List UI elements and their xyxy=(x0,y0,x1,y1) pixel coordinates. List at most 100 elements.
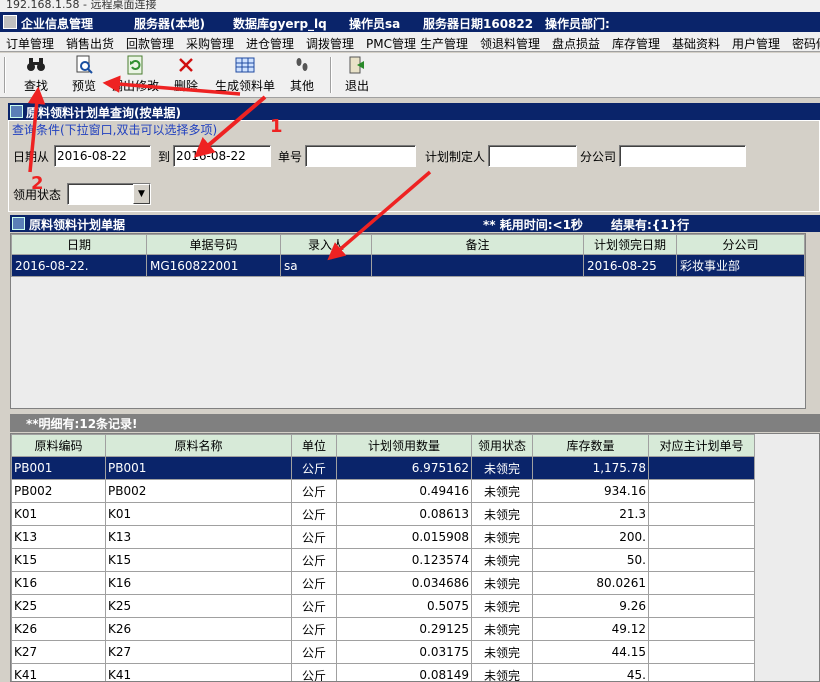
detail-cell-stock-qty[interactable]: 9.26 xyxy=(532,594,649,618)
detail-cell-material-code[interactable]: PB002 xyxy=(11,479,106,503)
table-row[interactable]: K15 K15 公斤 0.123574 未领完 50. xyxy=(11,548,755,572)
detail-cell-issue-status[interactable]: 未领完 xyxy=(471,548,533,572)
detail-col-stock-qty[interactable]: 库存数量 xyxy=(532,434,649,457)
chevron-down-icon[interactable]: ▼ xyxy=(133,184,150,204)
detail-cell-unit[interactable]: 公斤 xyxy=(291,640,337,664)
detail-cell-issue-status[interactable]: 未领完 xyxy=(471,594,533,618)
plan-cell-entered-by[interactable]: sa xyxy=(280,254,372,277)
generate-issue-button[interactable]: 生成领料单 xyxy=(212,55,278,96)
detail-cell-master-plan-no[interactable] xyxy=(648,502,755,526)
detail-cell-stock-qty[interactable]: 50. xyxy=(532,548,649,572)
exit-button[interactable]: 退出 xyxy=(340,55,374,96)
detail-cell-plan-qty[interactable]: 0.49416 xyxy=(336,479,472,503)
detail-col-material-code[interactable]: 原料编码 xyxy=(11,434,106,457)
detail-cell-material-name[interactable]: PB001 xyxy=(105,456,292,480)
menu-inventory[interactable]: 库存管理 xyxy=(612,35,660,52)
detail-cell-unit[interactable]: 公斤 xyxy=(291,456,337,480)
detail-cell-issue-status[interactable]: 未领完 xyxy=(471,640,533,664)
menu-production[interactable]: 生产管理 xyxy=(420,35,468,52)
table-row[interactable]: K25 K25 公斤 0.5075 未领完 9.26 xyxy=(11,594,755,618)
menu-stocktake[interactable]: 盘点损益 xyxy=(552,35,600,52)
menu-password[interactable]: 密码修 xyxy=(792,35,820,52)
detail-cell-unit[interactable]: 公斤 xyxy=(291,502,337,526)
detail-cell-unit[interactable]: 公斤 xyxy=(291,548,337,572)
detail-cell-material-name[interactable]: K01 xyxy=(105,502,292,526)
detail-cell-unit[interactable]: 公斤 xyxy=(291,617,337,641)
detail-cell-issue-status[interactable]: 未领完 xyxy=(471,663,533,681)
detail-cell-material-code[interactable]: PB001 xyxy=(11,456,106,480)
detail-cell-unit[interactable]: 公斤 xyxy=(291,479,337,503)
table-row[interactable]: K27 K27 公斤 0.03175 未领完 44.15 xyxy=(11,640,755,664)
detail-cell-material-code[interactable]: K13 xyxy=(11,525,106,549)
table-row[interactable]: PB002 PB002 公斤 0.49416 未领完 934.16 xyxy=(11,479,755,503)
detail-cell-master-plan-no[interactable] xyxy=(648,594,755,618)
detail-cell-plan-qty[interactable]: 0.034686 xyxy=(336,571,472,595)
search-button[interactable]: 查找 xyxy=(16,55,56,96)
date-to-input[interactable]: 2016-08-22 xyxy=(173,145,271,167)
detail-col-plan-qty[interactable]: 计划领用数量 xyxy=(336,434,472,457)
detail-grid[interactable]: 原料编码 原料名称 单位 计划领用数量 领用状态 库存数量 对应主计划单号 PB… xyxy=(10,433,820,682)
table-row[interactable]: K13 K13 公斤 0.015908 未领完 200. xyxy=(11,525,755,549)
detail-cell-material-code[interactable]: K41 xyxy=(11,663,106,681)
table-row[interactable]: K01 K01 公斤 0.08613 未领完 21.3 xyxy=(11,502,755,526)
detail-cell-issue-status[interactable]: 未领完 xyxy=(471,525,533,549)
menu-material-issue[interactable]: 领退料管理 xyxy=(480,35,540,52)
detail-cell-master-plan-no[interactable] xyxy=(648,640,755,664)
detail-cell-plan-qty[interactable]: 0.08613 xyxy=(336,502,472,526)
detail-cell-material-code[interactable]: K16 xyxy=(11,571,106,595)
detail-cell-master-plan-no[interactable] xyxy=(648,479,755,503)
detail-col-issue-status[interactable]: 领用状态 xyxy=(471,434,533,457)
detail-cell-plan-qty[interactable]: 0.015908 xyxy=(336,525,472,549)
detail-cell-stock-qty[interactable]: 200. xyxy=(532,525,649,549)
detail-cell-master-plan-no[interactable] xyxy=(648,571,755,595)
menu-purchase[interactable]: 采购管理 xyxy=(186,35,234,52)
detail-cell-master-plan-no[interactable] xyxy=(648,525,755,549)
plan-col-doc-no[interactable]: 单据号码 xyxy=(146,234,281,255)
plan-col-entered-by[interactable]: 录入人 xyxy=(280,234,372,255)
detail-cell-master-plan-no[interactable] xyxy=(648,617,755,641)
detail-col-unit[interactable]: 单位 xyxy=(291,434,337,457)
detail-cell-material-code[interactable]: K25 xyxy=(11,594,106,618)
detail-cell-master-plan-no[interactable] xyxy=(648,663,755,681)
menu-users[interactable]: 用户管理 xyxy=(732,35,780,52)
menu-warehouse-in[interactable]: 进仓管理 xyxy=(246,35,294,52)
detail-cell-unit[interactable]: 公斤 xyxy=(291,663,337,681)
detail-cell-plan-qty[interactable]: 0.29125 xyxy=(336,617,472,641)
date-from-input[interactable]: 2016-08-22 xyxy=(54,145,151,167)
detail-cell-stock-qty[interactable]: 1,175.78 xyxy=(532,456,649,480)
menu-collection[interactable]: 回款管理 xyxy=(126,35,174,52)
detail-cell-material-name[interactable]: K16 xyxy=(105,571,292,595)
detail-cell-material-code[interactable]: K15 xyxy=(11,548,106,572)
table-row[interactable]: K16 K16 公斤 0.034686 未领完 80.0261 xyxy=(11,571,755,595)
detail-cell-material-name[interactable]: K41 xyxy=(105,663,292,681)
detail-col-material-name[interactable]: 原料名称 xyxy=(105,434,292,457)
detail-cell-issue-status[interactable]: 未领完 xyxy=(471,479,533,503)
fetch-edit-button[interactable]: 调出修改 xyxy=(108,55,162,96)
detail-cell-issue-status[interactable]: 未领完 xyxy=(471,456,533,480)
planner-input[interactable] xyxy=(488,145,577,167)
detail-cell-material-name[interactable]: K15 xyxy=(105,548,292,572)
detail-cell-material-name[interactable]: PB002 xyxy=(105,479,292,503)
detail-cell-master-plan-no[interactable] xyxy=(648,456,755,480)
plan-cell-branch[interactable]: 彩妆事业部 xyxy=(676,254,805,277)
preview-button[interactable]: 预览 xyxy=(64,55,104,96)
detail-cell-stock-qty[interactable]: 44.15 xyxy=(532,640,649,664)
detail-cell-plan-qty[interactable]: 6.975162 xyxy=(336,456,472,480)
detail-cell-stock-qty[interactable]: 21.3 xyxy=(532,502,649,526)
detail-cell-material-code[interactable]: K01 xyxy=(11,502,106,526)
detail-cell-unit[interactable]: 公斤 xyxy=(291,525,337,549)
branch-input[interactable] xyxy=(619,145,746,167)
plan-cell-doc-no[interactable]: MG160822001 xyxy=(146,254,281,277)
detail-cell-master-plan-no[interactable] xyxy=(648,548,755,572)
detail-cell-material-code[interactable]: K27 xyxy=(11,640,106,664)
plan-cell-date[interactable]: 2016-08-22. xyxy=(11,254,147,277)
detail-cell-material-name[interactable]: K26 xyxy=(105,617,292,641)
detail-cell-plan-qty[interactable]: 0.08149 xyxy=(336,663,472,681)
doc-no-input[interactable] xyxy=(305,145,416,167)
menu-basic-data[interactable]: 基础资料 xyxy=(672,35,720,52)
detail-cell-stock-qty[interactable]: 80.0261 xyxy=(532,571,649,595)
table-row[interactable]: K41 K41 公斤 0.08149 未领完 45. xyxy=(11,663,755,681)
plan-cell-remark[interactable] xyxy=(371,254,584,277)
detail-cell-stock-qty[interactable]: 934.16 xyxy=(532,479,649,503)
detail-cell-plan-qty[interactable]: 0.03175 xyxy=(336,640,472,664)
